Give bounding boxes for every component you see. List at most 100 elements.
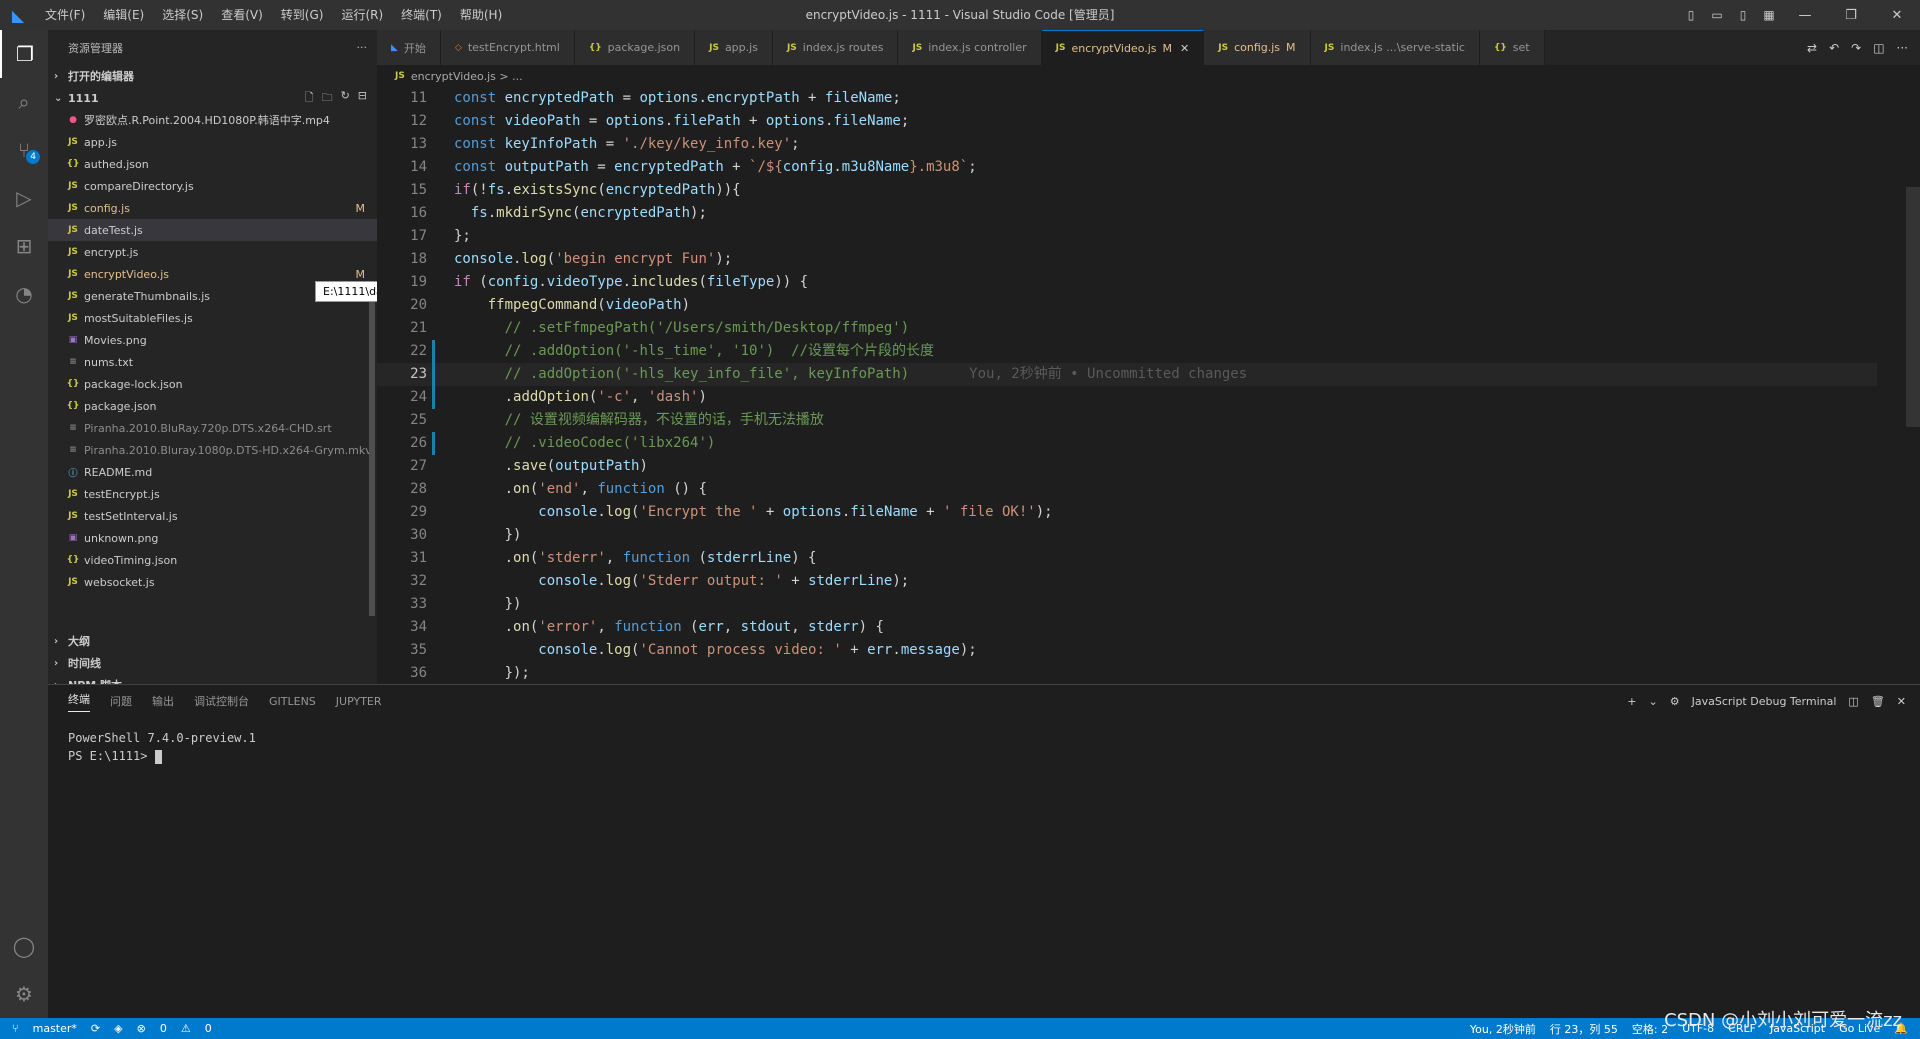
code-line[interactable]: 28 .on('end', function () { — [377, 478, 1877, 501]
file-tree-item[interactable]: {} package-lock.json — [48, 373, 377, 395]
menu-item[interactable]: 运行(R) — [332, 0, 392, 30]
sync-icon[interactable]: ⟳ — [91, 1022, 100, 1035]
file-tree-item[interactable]: JS mostSuitableFiles.js — [48, 307, 377, 329]
code-line[interactable]: 17}; — [377, 225, 1877, 248]
new-file-icon[interactable]: 🗋 — [305, 89, 314, 108]
toggle-sidebar-icon[interactable]: ▯ — [1678, 0, 1704, 30]
breadcrumb[interactable]: JS encryptVideo.js > ... — [377, 65, 1920, 87]
editor-tab[interactable]: JS index.js ...\serve-static — [1310, 30, 1480, 65]
menu-item[interactable]: 查看(V) — [212, 0, 272, 30]
file-tree-item[interactable]: {} authed.json — [48, 153, 377, 175]
toggle-panel-icon[interactable]: ▭ — [1704, 0, 1730, 30]
code-line[interactable]: 34 .on('error', function (err, stdout, s… — [377, 616, 1877, 639]
editor-tab[interactable]: ◇ testEncrypt.html — [440, 30, 575, 65]
close-tab-icon[interactable]: ✕ — [1180, 42, 1189, 55]
settings-gear-icon[interactable]: ⚙ — [0, 970, 48, 1018]
file-tree-item[interactable]: JS websocket.js — [48, 571, 377, 593]
git-change-gutter[interactable] — [432, 363, 435, 386]
kill-terminal-icon[interactable]: 🗑 — [1871, 695, 1885, 708]
menu-item[interactable]: 选择(S) — [153, 0, 212, 30]
editor-tab[interactable]: JS index.js routes — [772, 30, 899, 65]
go-forward-icon[interactable]: ↷ — [1851, 41, 1861, 55]
file-tree-item[interactable]: ≡ Piranha.2010.Bluray.1080p.DTS-HD.x264-G… — [48, 439, 377, 461]
editor-tab[interactable]: JS config.js M — [1204, 30, 1311, 65]
editor-tab[interactable]: JS app.js — [695, 30, 773, 65]
close-panel-icon[interactable]: ✕ — [1897, 695, 1906, 708]
file-tree-item[interactable]: {} videoTiming.json — [48, 549, 377, 571]
code-line[interactable]: 11 const encryptedPath = options.encryptP… — [377, 87, 1877, 110]
editor-tab[interactable]: JS encryptVideo.js M ✕ — [1041, 30, 1205, 65]
cursor-position[interactable]: 行 23，列 55 — [1550, 1021, 1618, 1037]
source-control-icon[interactable]: ⑂ 4 — [0, 126, 48, 174]
new-folder-icon[interactable]: 🗀 — [322, 89, 333, 108]
sidebar-scrollbar[interactable] — [369, 292, 375, 616]
git-branch[interactable]: master* — [33, 1022, 77, 1035]
code-line[interactable]: 18 console.log('begin encrypt Fun'); — [377, 248, 1877, 271]
code-line[interactable]: 30 }) — [377, 524, 1877, 547]
explorer-icon[interactable]: ❐ — [0, 30, 48, 78]
toggle-secondary-sidebar-icon[interactable]: ▯ — [1730, 0, 1756, 30]
git-blame-status[interactable]: You, 2秒钟前 — [1470, 1021, 1536, 1037]
file-tree-item[interactable]: ▣ Movies.png — [48, 329, 377, 351]
error-count[interactable]: 0 — [160, 1022, 167, 1035]
minimize-button[interactable]: — — [1782, 0, 1828, 30]
menu-item[interactable]: 文件(F) — [36, 0, 94, 30]
split-editor-icon[interactable]: ◫ — [1873, 41, 1884, 55]
file-tree-item[interactable]: JS testEncrypt.js — [48, 483, 377, 505]
file-tree-item[interactable]: ● 罗密欧点.R.Point.2004.HD1080P.韩语中字.mp4 — [48, 109, 377, 131]
code-line[interactable]: 24 .addOption('-c', 'dash') — [377, 386, 1877, 409]
file-tree-item[interactable]: ⓘ README.md — [48, 461, 377, 483]
editor-tab[interactable]: {} package.json — [574, 30, 696, 65]
split-terminal-icon[interactable]: ◫ — [1848, 695, 1858, 708]
sidebar-section[interactable]: › 大纲 — [48, 630, 377, 652]
code-editor[interactable]: 11 const encryptedPath = options.encryptP… — [377, 87, 1920, 682]
search-icon[interactable]: ⌕ — [0, 78, 48, 126]
terminal-profile-label[interactable]: JavaScript Debug Terminal — [1692, 695, 1837, 708]
code-line[interactable]: 27 .save(outputPath) — [377, 455, 1877, 478]
git-change-gutter[interactable] — [432, 340, 435, 363]
gitlens-status-icon[interactable]: ◈ — [114, 1022, 122, 1035]
file-tree-item[interactable]: ▣ unknown.png — [48, 527, 377, 549]
panel-tab[interactable]: 输出 — [152, 693, 174, 709]
open-changes-icon[interactable]: ⇄ — [1807, 41, 1817, 55]
restore-button[interactable]: ❐ — [1828, 0, 1874, 30]
editor-tab[interactable]: ◣ 开始 — [377, 30, 441, 65]
file-tree-item[interactable]: ≡ Piranha.2010.BluRay.720p.DTS.x264-CHD.s… — [48, 417, 377, 439]
panel-tab[interactable]: 问题 — [110, 693, 132, 709]
panel-tab[interactable]: 终端 — [68, 691, 90, 712]
code-line[interactable]: 32 console.log('Stderr output: ' + stder… — [377, 570, 1877, 593]
code-line[interactable]: 35 console.log('Cannot process video: ' … — [377, 639, 1877, 662]
menu-item[interactable]: 转到(G) — [272, 0, 333, 30]
more-actions-icon[interactable]: ··· — [357, 41, 368, 54]
panel-tab[interactable]: 调试控制台 — [194, 693, 249, 709]
file-tree-item[interactable]: ≡ nums.txt — [48, 351, 377, 373]
folder-section[interactable]: ⌄ 1111 🗋 🗀 ↻ ⊟ — [48, 87, 377, 109]
code-line[interactable]: 20 ffmpegCommand(videoPath) — [377, 294, 1877, 317]
editor-tab[interactable]: JS index.js controller — [898, 30, 1042, 65]
file-tree-item[interactable]: JS dateTest.js — [48, 219, 377, 241]
close-window-button[interactable]: ✕ — [1874, 0, 1920, 30]
code-line[interactable]: 22 // .addOption('-hls_time', '10') //设置… — [377, 340, 1877, 363]
menu-item[interactable]: 终端(T) — [392, 0, 451, 30]
git-change-gutter[interactable] — [432, 386, 435, 409]
code-line[interactable]: 36 }); — [377, 662, 1877, 685]
terminal[interactable]: PowerShell 7.4.0-preview.1 PS E:\1111> — [48, 717, 1920, 777]
code-line[interactable]: 14 const outputPath = encryptedPath + `/$… — [377, 156, 1877, 179]
code-line[interactable]: 23 // .addOption('-hls_key_info_file', k… — [377, 363, 1877, 386]
file-tree-item[interactable]: JS testSetInterval.js — [48, 505, 377, 527]
indentation[interactable]: 空格: 2 — [1632, 1021, 1668, 1037]
editor-scrollbar[interactable] — [1906, 187, 1920, 427]
code-line[interactable]: 26 // .videoCodec('libx264') — [377, 432, 1877, 455]
code-line[interactable]: 25 // 设置视频编解码器，不设置的话，手机无法播放 — [377, 409, 1877, 432]
go-back-icon[interactable]: ↶ — [1829, 41, 1839, 55]
customize-layout-icon[interactable]: ▦ — [1756, 0, 1782, 30]
menu-item[interactable]: 帮助(H) — [451, 0, 511, 30]
file-tree-item[interactable]: JS app.js — [48, 131, 377, 153]
accounts-icon[interactable]: ◯ — [0, 922, 48, 970]
chevron-down-icon[interactable]: ⌄ — [1649, 695, 1658, 708]
sidebar-section[interactable]: › 时间线 — [48, 652, 377, 674]
menu-item[interactable]: 编辑(E) — [94, 0, 153, 30]
refresh-icon[interactable]: ↻ — [341, 89, 350, 108]
code-line[interactable]: 13 const keyInfoPath = './key/key_info.ke… — [377, 133, 1877, 156]
new-terminal-icon[interactable]: + — [1627, 695, 1636, 708]
